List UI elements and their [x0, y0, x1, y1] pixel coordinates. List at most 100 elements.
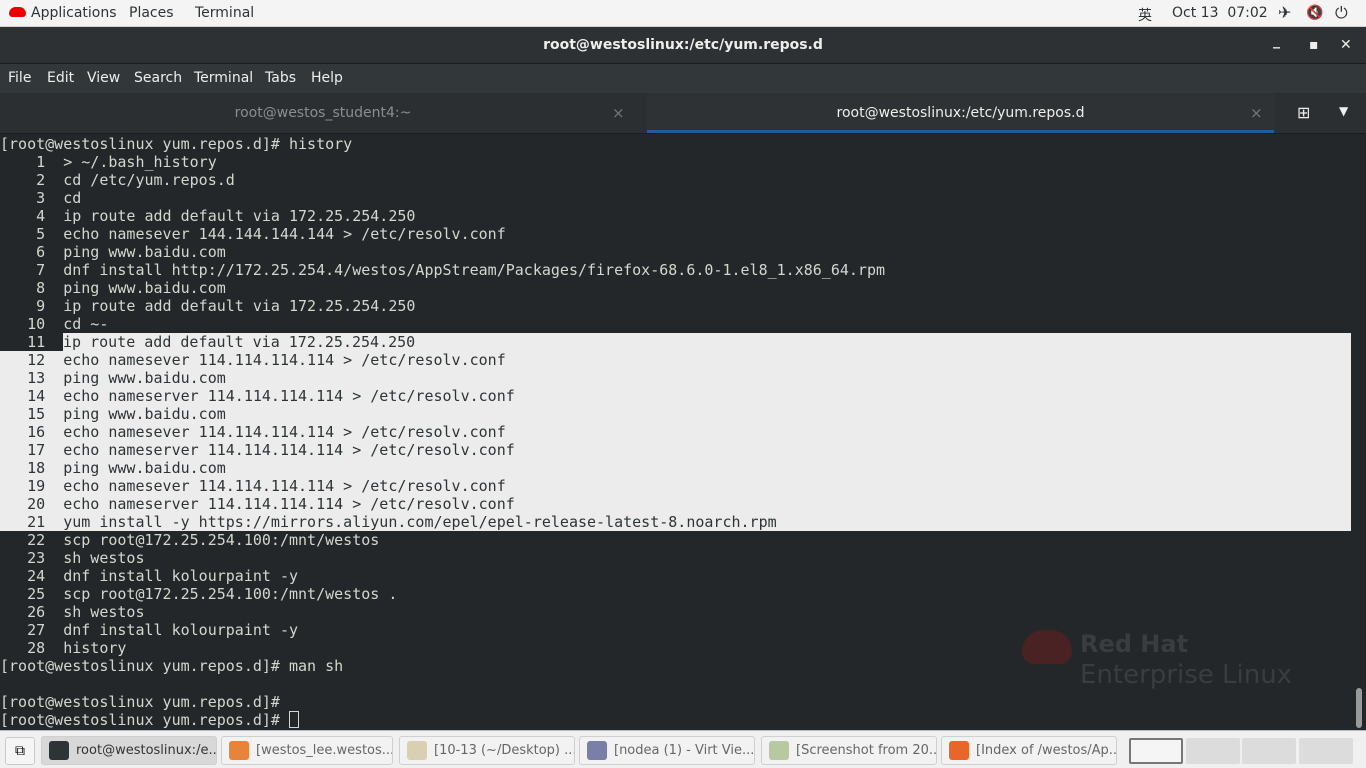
- terminal-line: 20 echo nameserver 114.114.114.114 > /et…: [0, 495, 1351, 513]
- menu-tabs[interactable]: Tabs: [265, 70, 296, 86]
- terminal-line: [root@westoslinux yum.repos.d]#: [0, 711, 1351, 729]
- taskbar-item-label: [nodea (1) - Virt Vie...: [614, 743, 755, 758]
- volume-muted-icon[interactable]: 🔇: [1306, 5, 1323, 21]
- line-text: 21 yum install -y https://mirrors.aliyun…: [0, 513, 777, 531]
- line-text: 17 echo nameserver 114.114.114.114 > /et…: [0, 441, 515, 459]
- window-titlebar: root@westoslinux:/etc/yum.repos.d _ ▪ ✕: [0, 27, 1366, 64]
- tab-close-button[interactable]: ×: [1250, 93, 1263, 133]
- tab-bar: root@westos_student4:~ × root@westoslinu…: [0, 93, 1366, 134]
- taskbar-item-label: root@westoslinux:/e...: [76, 743, 217, 758]
- terminal-line: 6 ping www.baidu.com: [0, 243, 1351, 261]
- input-method-indicator[interactable]: 英: [1138, 5, 1152, 25]
- line-text: 12 echo namesever 114.114.114.114 > /etc…: [0, 351, 506, 369]
- taskbar-item[interactable]: root@westoslinux:/e...: [41, 736, 217, 765]
- workspace-1[interactable]: [1129, 738, 1183, 764]
- menu-view[interactable]: View: [87, 70, 120, 86]
- taskbar: ⧉ root@westoslinux:/e... [westos_lee.west…: [0, 730, 1366, 768]
- power-icon[interactable]: ⏻: [1335, 3, 1348, 23]
- taskbar-item[interactable]: [10-13 (~/Desktop) ...: [399, 736, 575, 765]
- terminal-line: 3 cd: [0, 189, 1351, 207]
- taskbar-item-label: [Index of /westos/Ap...: [976, 743, 1117, 758]
- places-menu[interactable]: Places: [129, 5, 174, 21]
- taskbar-item[interactable]: [Screenshot from 20...: [761, 736, 937, 765]
- terminal-line: 16 echo namesever 114.114.114.114 > /etc…: [0, 423, 1351, 441]
- line-text: 9 ip route add default via 172.25.254.25…: [0, 297, 416, 315]
- terminal-line: 12 echo namesever 114.114.114.114 > /etc…: [0, 351, 1351, 369]
- taskbar-item-label: [10-13 (~/Desktop) ...: [434, 743, 575, 758]
- terminal-line: 21 yum install -y https://mirrors.aliyun…: [0, 513, 1351, 531]
- line-text: 20 echo nameserver 114.114.114.114 > /et…: [0, 495, 515, 513]
- line-text: [root@westoslinux yum.repos.d]# man sh: [0, 657, 344, 675]
- terminal-line: 25 scp root@172.25.254.100:/mnt/westos .: [0, 585, 1351, 603]
- line-text: 14 echo nameserver 114.114.114.114 > /et…: [0, 387, 515, 405]
- line-text: [root@westoslinux yum.repos.d]# history: [0, 135, 353, 153]
- line-text: 16 echo namesever 114.114.114.114 > /etc…: [0, 423, 506, 441]
- terminal-line: 17 echo nameserver 114.114.114.114 > /et…: [0, 441, 1351, 459]
- menu-help[interactable]: Help: [311, 70, 343, 86]
- tab-label: root@westoslinux:/etc/yum.repos.d: [836, 105, 1085, 121]
- terminal-line: 15 ping www.baidu.com: [0, 405, 1351, 423]
- terminal-line: 2 cd /etc/yum.repos.d: [0, 171, 1351, 189]
- chevron-down-icon[interactable]: ▼: [1339, 104, 1348, 118]
- maximize-button[interactable]: ▪: [1309, 27, 1319, 64]
- window-title: root@westoslinux:/etc/yum.repos.d: [543, 37, 823, 53]
- line-text: 6 ping www.baidu.com: [0, 243, 226, 261]
- terminal-line: 4 ip route add default via 172.25.254.25…: [0, 207, 1351, 225]
- menu-edit[interactable]: Edit: [47, 70, 74, 86]
- terminal-icon: [49, 741, 69, 760]
- terminal-line: 7 dnf install http://172.25.254.4/westos…: [0, 261, 1351, 279]
- line-text: 3 cd: [0, 189, 82, 207]
- line-text: 18 ping www.baidu.com: [0, 459, 226, 477]
- workspace-3[interactable]: [1242, 738, 1296, 764]
- line-text: 23 sh westos: [0, 549, 145, 567]
- scrollbar[interactable]: [1356, 688, 1362, 728]
- tab-student4[interactable]: root@westos_student4:~ ×: [0, 93, 646, 133]
- line-text: 26 sh westos: [0, 603, 145, 621]
- workspace-2[interactable]: [1186, 738, 1240, 764]
- terminal-line: 9 ip route add default via 172.25.254.25…: [0, 297, 1351, 315]
- line-text: [root@westoslinux yum.repos.d]#: [0, 711, 289, 729]
- terminal-line: 26 sh westos: [0, 603, 1351, 621]
- terminal-output[interactable]: [root@westoslinux yum.repos.d]# history …: [0, 135, 1351, 729]
- taskbar-item[interactable]: [westos_lee.westos....: [221, 736, 393, 765]
- line-text: 28 history: [0, 639, 127, 657]
- taskbar-item[interactable]: [nodea (1) - Virt Vie...: [579, 736, 755, 765]
- line-text: 22 scp root@172.25.254.100:/mnt/westos: [0, 531, 380, 549]
- show-desktop-icon[interactable]: ⧉: [5, 737, 35, 765]
- airplane-icon[interactable]: ✈: [1278, 3, 1291, 22]
- terminal-line: 10 cd ~-: [0, 315, 1351, 333]
- terminal-line: 14 echo nameserver 114.114.114.114 > /et…: [0, 387, 1351, 405]
- line-text: 5 echo namesever 144.144.144.144 > /etc/…: [0, 225, 506, 243]
- terminal-line: 1 > ~/.bash_history: [0, 153, 1351, 171]
- tab-close-button[interactable]: ×: [612, 93, 625, 133]
- line-text: 2 cd /etc/yum.repos.d: [0, 171, 235, 189]
- tab-westoslinux[interactable]: root@westoslinux:/etc/yum.repos.d ×: [647, 93, 1274, 133]
- terminal-line: 22 scp root@172.25.254.100:/mnt/westos: [0, 531, 1351, 549]
- terminal-line: 8 ping www.baidu.com: [0, 279, 1351, 297]
- close-button[interactable]: ✕: [1340, 27, 1352, 64]
- applications-menu[interactable]: Applications: [31, 5, 117, 21]
- clock[interactable]: Oct 13 07:02: [1172, 5, 1268, 21]
- line-text: 15 ping www.baidu.com: [0, 405, 226, 423]
- workspace-4[interactable]: [1299, 738, 1353, 764]
- new-tab-icon[interactable]: ⊞: [1297, 103, 1310, 122]
- line-text: 19 echo namesever 114.114.114.114 > /etc…: [0, 477, 506, 495]
- terminal-line: 27 dnf install kolourpaint -y: [0, 621, 1351, 639]
- terminal-line: [root@westoslinux yum.repos.d]# history: [0, 135, 1351, 153]
- minimize-button[interactable]: _: [1273, 23, 1280, 60]
- taskbar-item-label: [westos_lee.westos....: [256, 743, 393, 758]
- terminal-line: 28 history: [0, 639, 1351, 657]
- line-text: 4 ip route add default via 172.25.254.25…: [0, 207, 416, 225]
- terminal-app-menu[interactable]: Terminal: [195, 5, 254, 21]
- menu-search[interactable]: Search: [134, 70, 182, 86]
- terminal-line: [root@westoslinux yum.repos.d]#: [0, 693, 1351, 711]
- line-text: 13 ping www.baidu.com: [0, 369, 226, 387]
- line-text: 27 dnf install kolourpaint -y: [0, 621, 299, 639]
- taskbar-item[interactable]: [Index of /westos/Ap...: [941, 736, 1117, 765]
- line-text: 24 dnf install kolourpaint -y: [0, 567, 299, 585]
- menu-terminal[interactable]: Terminal: [194, 70, 253, 86]
- menu-file[interactable]: File: [8, 70, 31, 86]
- terminal-line: 11 ip route add default via 172.25.254.2…: [0, 333, 1351, 351]
- line-text: [root@westoslinux yum.repos.d]#: [0, 693, 289, 711]
